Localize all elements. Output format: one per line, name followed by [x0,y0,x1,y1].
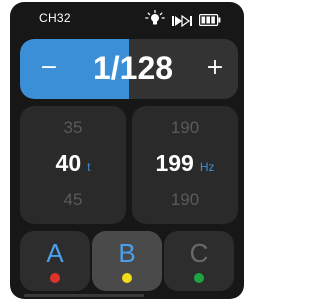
frequency-picker[interactable]: 190 199 Hz 190 [132,106,238,224]
battery-icon [199,11,221,30]
increase-power-button[interactable]: + [200,50,230,86]
scroll-indicator[interactable] [24,294,144,297]
power-control: − 1/128 + [20,39,238,99]
device-screen: CH32 − 1/128 + 35 40 t 45 190 199 Hz 190… [10,2,244,299]
group-b-label: B [118,238,136,268]
picker-value: 199 [155,150,194,176]
count-picker[interactable]: 35 40 t 45 [20,106,126,224]
group-a-indicator-dot [50,273,60,283]
group-c-indicator-dot [194,273,204,283]
group-c-label: C [189,238,209,268]
rate-icon [172,12,194,31]
picker-next-value[interactable]: 45 [20,190,126,210]
group-c-button[interactable]: C [164,231,234,291]
group-b-indicator-dot [122,273,132,283]
group-a-button[interactable]: A [20,231,90,291]
picker-value: 40 [55,150,82,176]
picker-unit: t [87,160,91,174]
channel-label: CH32 [39,11,71,25]
decrease-power-button[interactable]: − [34,50,64,86]
picker-unit: Hz [199,160,215,174]
picker-current-value: 199 Hz [132,150,238,177]
power-value: 1/128 [92,50,174,86]
group-a-label: A [46,238,64,268]
picker-next-value[interactable]: 190 [132,190,238,210]
status-bar: CH32 [10,2,244,32]
group-b-button[interactable]: B [92,231,162,291]
bulb-icon [145,9,165,30]
picker-current-value: 40 t [20,150,126,177]
picker-previous-value[interactable]: 190 [132,118,238,138]
picker-previous-value[interactable]: 35 [20,118,126,138]
